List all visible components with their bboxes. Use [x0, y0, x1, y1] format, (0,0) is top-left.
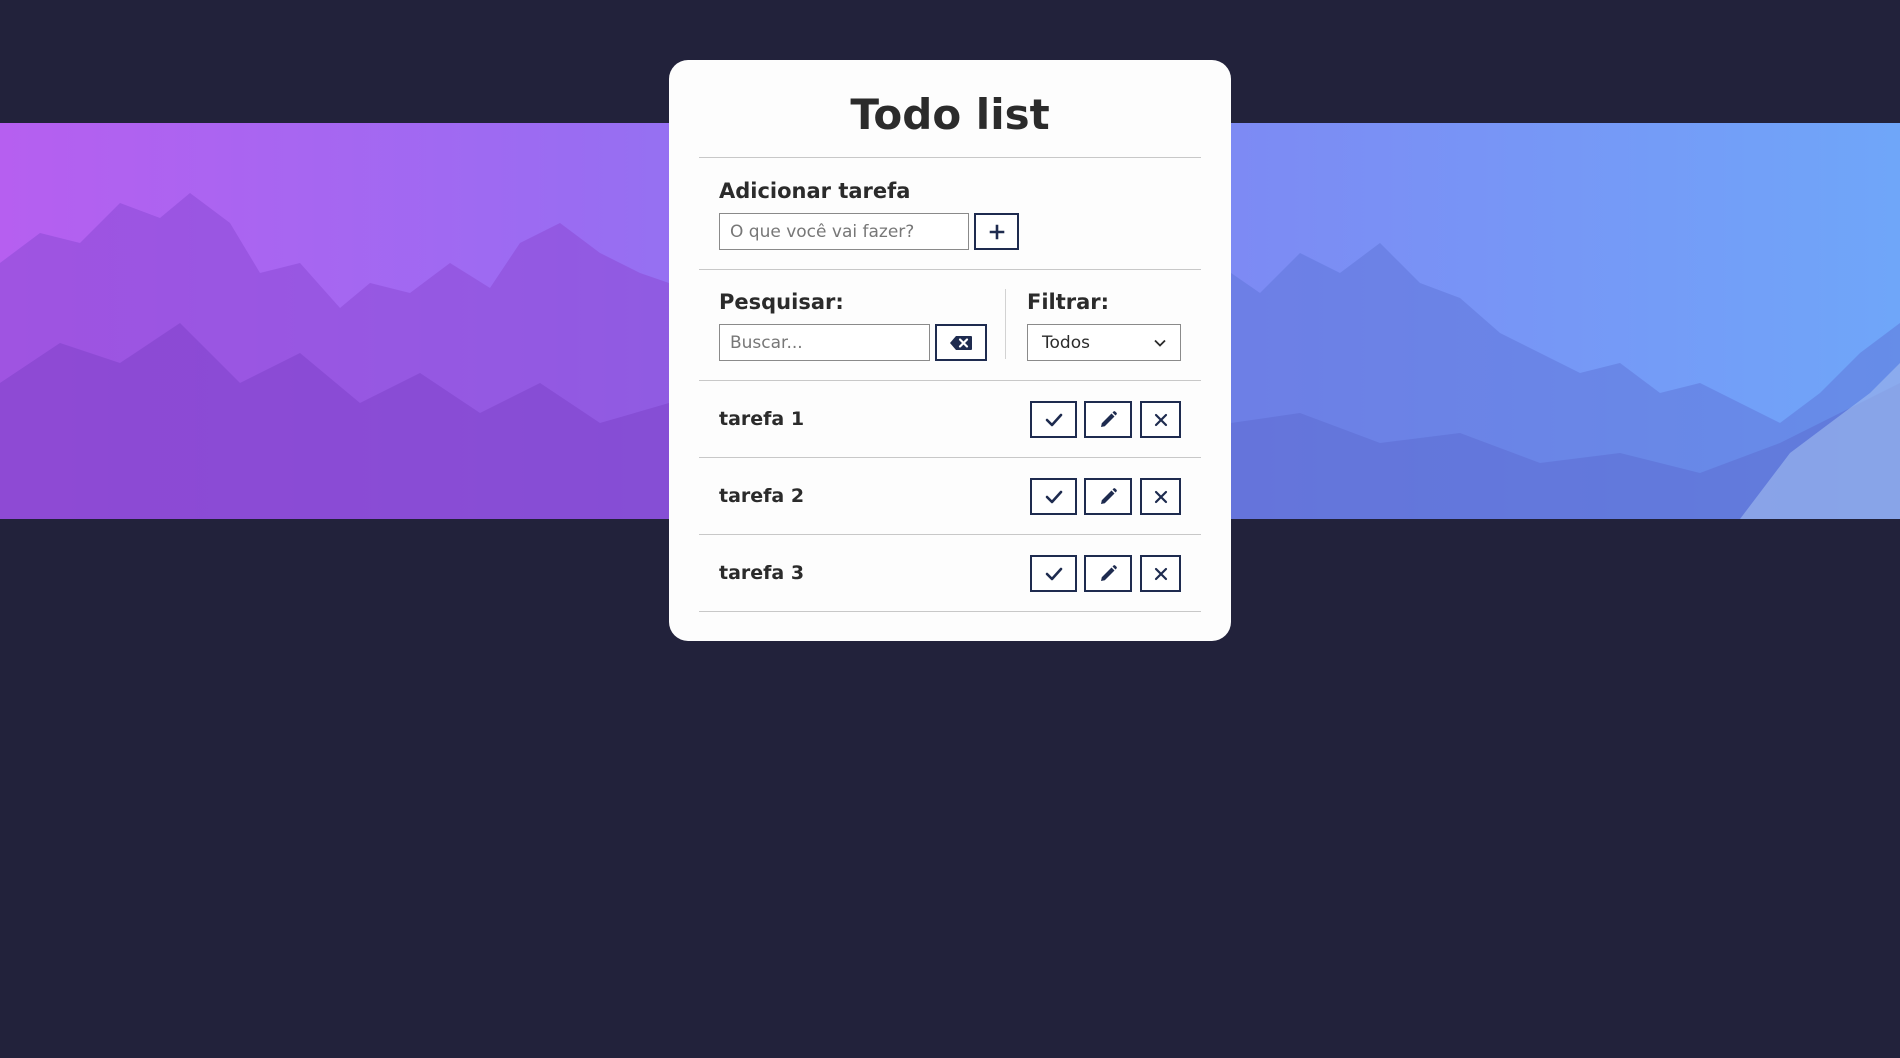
page-background: Todo list Adicionar tarefa Pesquisar: Fi…: [0, 0, 1900, 1058]
divider: [699, 611, 1201, 612]
remove-button[interactable]: [1140, 478, 1181, 515]
pencil-icon: [1101, 487, 1117, 504]
edit-button[interactable]: [1084, 401, 1132, 438]
filter-label: Filtrar:: [1027, 290, 1110, 314]
divider: [699, 457, 1201, 458]
check-icon: [1045, 413, 1062, 426]
divider: [699, 269, 1201, 270]
done-button[interactable]: [1030, 401, 1077, 438]
todo-card: Todo list Adicionar tarefa Pesquisar: Fi…: [669, 60, 1231, 641]
search-input[interactable]: [719, 324, 930, 361]
filter-selected-value: Todos: [1042, 332, 1090, 353]
clear-search-button[interactable]: [935, 324, 987, 361]
remove-button[interactable]: [1140, 555, 1181, 592]
divider: [699, 380, 1201, 381]
todo-item-text: tarefa 2: [719, 485, 805, 507]
done-button[interactable]: [1030, 555, 1077, 592]
edit-button[interactable]: [1084, 555, 1132, 592]
close-icon: [1154, 567, 1167, 580]
pencil-icon: [1101, 410, 1117, 427]
vertical-divider: [1005, 289, 1006, 359]
page-title: Todo list: [850, 90, 1050, 139]
check-icon: [1045, 567, 1062, 580]
todo-item-text: tarefa 3: [719, 562, 805, 584]
close-icon: [1154, 413, 1167, 426]
check-icon: [1045, 490, 1062, 503]
add-task-label: Adicionar tarefa: [719, 179, 911, 203]
remove-button[interactable]: [1140, 401, 1181, 438]
pencil-icon: [1101, 564, 1117, 581]
search-label: Pesquisar:: [719, 290, 844, 314]
done-button[interactable]: [1030, 478, 1077, 515]
backspace-icon: [950, 335, 972, 350]
add-task-input[interactable]: [719, 213, 969, 250]
edit-button[interactable]: [1084, 478, 1132, 515]
add-task-button[interactable]: [974, 213, 1019, 250]
close-icon: [1154, 490, 1167, 503]
todo-item-text: tarefa 1: [719, 408, 805, 430]
filter-select[interactable]: Todos: [1027, 324, 1181, 361]
plus-icon: [989, 224, 1004, 239]
divider: [699, 534, 1201, 535]
chevron-down-icon: [1154, 339, 1166, 347]
divider: [699, 157, 1201, 158]
